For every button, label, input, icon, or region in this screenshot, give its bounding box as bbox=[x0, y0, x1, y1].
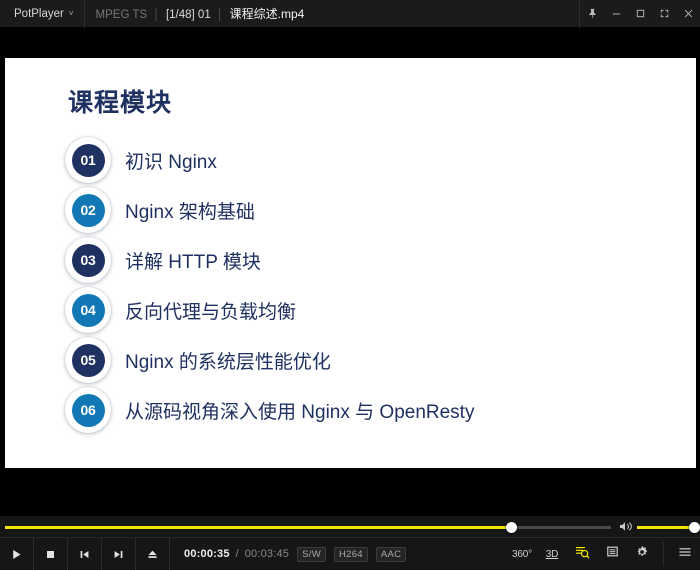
module-number: 04 bbox=[71, 293, 105, 327]
settings-button[interactable] bbox=[627, 538, 657, 570]
audio-codec-tag: AAC bbox=[375, 546, 407, 562]
seek-row bbox=[0, 516, 700, 537]
module-badge: 06 bbox=[65, 387, 111, 433]
titlebar-pipe-1: │ bbox=[153, 8, 160, 21]
module-badge: 03 bbox=[65, 237, 111, 283]
play-button[interactable] bbox=[0, 538, 34, 570]
vr360-label: 360° bbox=[512, 548, 532, 560]
media-status-info: 00:00:35 / 00:03:45 S/W H264 AAC bbox=[170, 538, 507, 570]
close-button[interactable] bbox=[676, 0, 700, 28]
module-badge: 01 bbox=[65, 137, 111, 183]
module-item: 05 Nginx 的系统层性能优化 bbox=[65, 335, 474, 385]
module-badge: 05 bbox=[65, 337, 111, 383]
previous-button[interactable] bbox=[68, 538, 102, 570]
module-item: 02 Nginx 架构基础 bbox=[65, 185, 474, 235]
video-codec-tag: H264 bbox=[333, 546, 368, 562]
titlebar[interactable]: PotPlayer ˅ MPEG TS │ [1/48] 01 │ 课程综述.m… bbox=[0, 0, 700, 28]
module-item: 03 详解 HTTP 模块 bbox=[65, 235, 474, 285]
module-label: 详解 HTTP 模块 bbox=[125, 251, 261, 273]
close-icon bbox=[683, 8, 694, 19]
video-surface[interactable]: 课程模块 01 初识 Nginx 02 Nginx 架构基础 03 详解 HTTP 模块 0… bbox=[0, 28, 700, 515]
volume-bar[interactable] bbox=[637, 522, 700, 533]
presentation-slide: 课程模块 01 初识 Nginx 02 Nginx 架构基础 03 详解 HTTP 模块 0… bbox=[5, 58, 696, 468]
stop-icon bbox=[44, 548, 57, 561]
vr360-button[interactable]: 360° bbox=[507, 538, 537, 570]
app-menu-button[interactable]: PotPlayer ˅ bbox=[0, 0, 84, 28]
module-label: 初识 Nginx bbox=[125, 151, 217, 173]
right-control-group: 360° 3D bbox=[507, 538, 700, 570]
previous-icon bbox=[78, 548, 91, 561]
chevron-down-icon: ˅ bbox=[68, 8, 74, 18]
module-item: 01 初识 Nginx bbox=[65, 135, 474, 185]
gear-icon bbox=[635, 545, 649, 564]
module-label: 反向代理与负载均衡 bbox=[125, 301, 297, 323]
transport-row: 00:00:35 / 00:03:45 S/W H264 AAC 360° 3D bbox=[0, 537, 700, 570]
module-item: 04 反向代理与负载均衡 bbox=[65, 285, 474, 335]
module-list: 01 初识 Nginx 02 Nginx 架构基础 03 详解 HTTP 模块 04 反向代理… bbox=[65, 135, 474, 435]
eject-button[interactable] bbox=[136, 538, 170, 570]
module-label: 从源码视角深入使用 Nginx 与 OpenResty bbox=[125, 401, 475, 423]
titlebar-pipe-2: │ bbox=[216, 8, 224, 21]
container-format-label: MPEG TS bbox=[95, 8, 148, 21]
seek-handle[interactable] bbox=[506, 522, 518, 533]
next-button[interactable] bbox=[102, 538, 136, 570]
volume-fill bbox=[637, 526, 694, 529]
module-label: Nginx 的系统层性能优化 bbox=[125, 351, 331, 373]
maximize-button[interactable] bbox=[628, 0, 652, 28]
playlist-icon bbox=[606, 545, 619, 563]
filename-label: 课程综述.mp4 bbox=[229, 6, 305, 21]
eject-icon bbox=[146, 548, 159, 561]
player-control-bar: 00:00:35 / 00:03:45 S/W H264 AAC 360° 3D bbox=[0, 515, 700, 570]
pin-icon bbox=[587, 8, 598, 19]
fullscreen-button[interactable] bbox=[652, 0, 676, 28]
hamburger-menu-icon bbox=[678, 545, 692, 563]
fullscreen-icon bbox=[659, 8, 670, 19]
module-badge: 04 bbox=[65, 287, 111, 333]
volume-handle[interactable] bbox=[688, 522, 700, 533]
module-label: Nginx 架构基础 bbox=[125, 201, 255, 223]
titlebar-media-info: MPEG TS │ [1/48] 01 │ 课程综述.mp4 bbox=[85, 0, 305, 28]
app-name-label: PotPlayer bbox=[14, 7, 64, 20]
module-number: 02 bbox=[71, 193, 105, 227]
module-number: 03 bbox=[71, 243, 105, 277]
stop-button[interactable] bbox=[34, 538, 68, 570]
threed-button[interactable]: 3D bbox=[537, 538, 567, 570]
video-search-button[interactable] bbox=[567, 538, 597, 570]
time-separator: / bbox=[235, 548, 239, 560]
module-item: 06 从源码视角深入使用 Nginx 与 OpenResty bbox=[65, 385, 474, 435]
menu-button[interactable] bbox=[670, 538, 700, 570]
module-number: 06 bbox=[71, 393, 105, 427]
playlist-button[interactable] bbox=[597, 538, 627, 570]
module-badge: 02 bbox=[65, 187, 111, 233]
module-number: 05 bbox=[71, 343, 105, 377]
slide-title: 课程模块 bbox=[68, 89, 173, 117]
window-controls bbox=[579, 0, 700, 28]
next-icon bbox=[112, 548, 125, 561]
current-time-label: 00:00:35 bbox=[184, 548, 230, 560]
maximize-icon bbox=[635, 8, 646, 19]
seek-bar[interactable] bbox=[5, 522, 611, 533]
pin-button[interactable] bbox=[580, 0, 604, 28]
speaker-icon[interactable] bbox=[619, 520, 633, 533]
playlist-index-label: [1/48] 01 bbox=[165, 8, 211, 21]
control-divider bbox=[663, 542, 664, 566]
total-time-label: 00:03:45 bbox=[244, 548, 290, 560]
threed-label: 3D bbox=[545, 548, 559, 560]
minimize-button[interactable] bbox=[604, 0, 628, 28]
seek-progress-fill bbox=[5, 526, 512, 529]
minimize-icon bbox=[611, 8, 622, 19]
module-number: 01 bbox=[71, 143, 105, 177]
play-icon bbox=[10, 548, 23, 561]
video-search-icon bbox=[575, 545, 590, 564]
decoder-tag: S/W bbox=[297, 546, 326, 562]
